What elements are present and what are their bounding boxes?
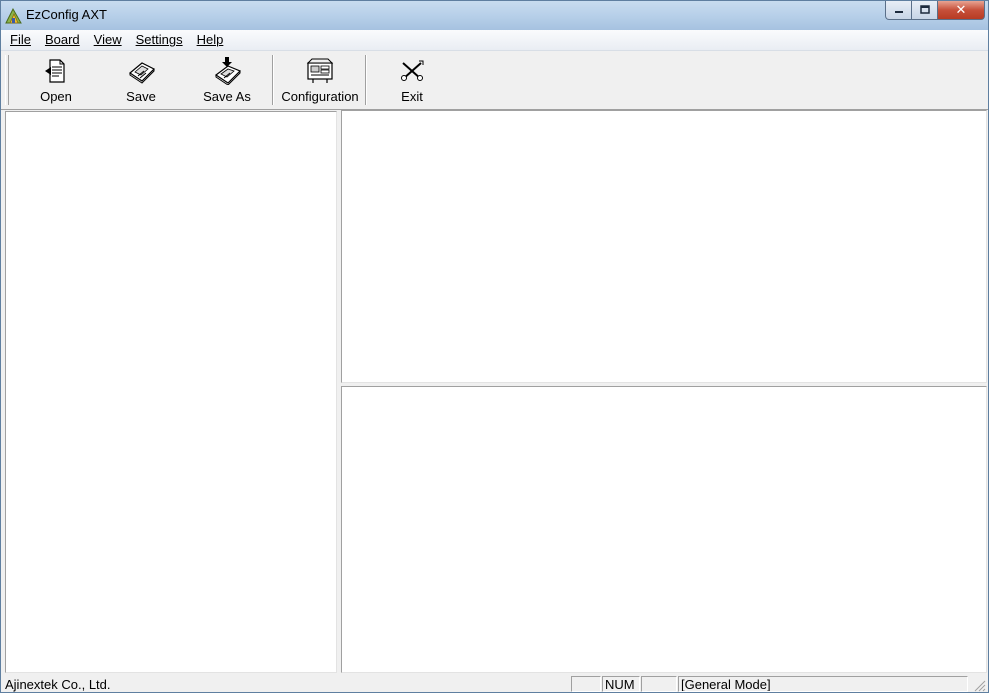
status-company: Ajinextek Co., Ltd. (5, 677, 111, 692)
close-button[interactable]: ✕ (938, 1, 985, 20)
menu-board[interactable]: Board (38, 30, 87, 50)
configuration-label: Configuration (281, 89, 359, 104)
save-button[interactable]: Save (109, 51, 173, 107)
maximize-icon (919, 5, 930, 14)
open-label: Open (40, 89, 72, 104)
menu-help[interactable]: Help (190, 30, 231, 50)
minimize-icon (894, 11, 903, 13)
minimize-button[interactable] (885, 1, 912, 20)
save-label: Save (126, 89, 156, 104)
close-icon: ✕ (955, 2, 967, 18)
upper-view-pane[interactable] (341, 110, 987, 383)
exit-label: Exit (401, 89, 423, 104)
save-as-label: Save As (203, 89, 251, 104)
maximize-button[interactable] (912, 1, 938, 20)
caption-buttons: ✕ (885, 1, 985, 21)
status-caps (571, 676, 601, 692)
title-bar[interactable]: EzConfig AXT ✕ (1, 1, 988, 30)
menu-bar: File Board View Settings Help (1, 30, 988, 51)
status-bar: Ajinextek Co., Ltd. NUM [General Mode] (1, 674, 988, 692)
main-window: EzConfig AXT ✕ File Board View Settings … (0, 0, 989, 693)
configuration-button[interactable]: Configuration (277, 51, 363, 107)
status-scroll (641, 676, 677, 692)
toolbar-separator (365, 55, 367, 105)
exit-icon (401, 60, 424, 81)
toolbar-grip[interactable] (5, 55, 9, 105)
lower-view-pane[interactable] (341, 386, 987, 673)
save-as-button[interactable]: Save As (194, 51, 260, 107)
ezconfig-app-icon[interactable] (5, 7, 22, 24)
resize-grip-icon[interactable] (974, 680, 986, 692)
toolbar: Open Save Save As Configuration Exit (1, 51, 988, 110)
open-document-icon (45, 59, 65, 83)
status-num: NUM (602, 676, 640, 692)
window-title: EzConfig AXT (26, 7, 107, 22)
save-disk-icon (128, 62, 156, 84)
save-as-disk-icon (214, 57, 242, 85)
exit-button[interactable]: Exit (379, 51, 445, 107)
configuration-icon (306, 58, 334, 83)
menu-file[interactable]: File (1, 30, 38, 50)
open-button[interactable]: Open (23, 51, 89, 107)
tree-pane[interactable] (5, 111, 337, 673)
status-mode: [General Mode] (678, 676, 968, 692)
menu-view[interactable]: View (87, 30, 129, 50)
toolbar-separator (272, 55, 274, 105)
menu-settings[interactable]: Settings (129, 30, 190, 50)
